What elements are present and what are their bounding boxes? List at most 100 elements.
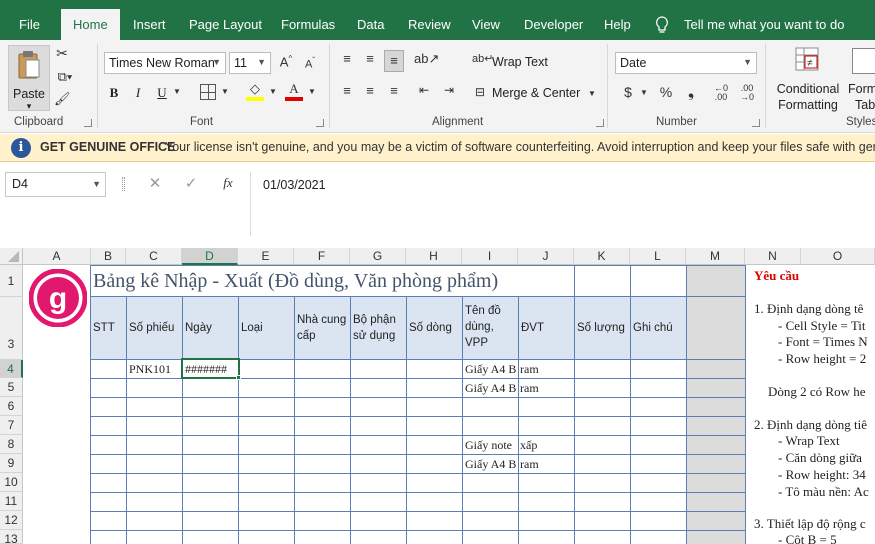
cell-j4[interactable]: ram xyxy=(520,362,539,377)
row-header-13[interactable]: 13 xyxy=(0,530,23,544)
align-right-icon[interactable]: ≡ xyxy=(386,84,402,97)
decrease-decimal-icon[interactable]: .00 →0 xyxy=(736,84,758,102)
grid-line xyxy=(90,530,745,531)
select-all-button[interactable] xyxy=(0,248,23,265)
chevron-down-icon[interactable]: ▼ xyxy=(639,89,649,97)
bold-button[interactable]: B xyxy=(107,85,121,101)
cell-c4[interactable]: PNK101 xyxy=(129,362,171,377)
font-name-select[interactable]: Times New Roman ▼ xyxy=(104,52,226,74)
underline-button[interactable]: U xyxy=(155,85,169,101)
cell-j9[interactable]: ram xyxy=(520,457,539,472)
resize-handle[interactable] xyxy=(122,177,125,191)
tab-formulas[interactable]: Formulas xyxy=(275,9,341,40)
row-header-3[interactable]: 3 xyxy=(0,297,23,360)
comma-icon[interactable]: ❟ xyxy=(683,85,699,101)
clipboard-launcher-icon[interactable] xyxy=(84,119,92,127)
fill-handle[interactable] xyxy=(236,375,241,380)
column-header-b[interactable]: B xyxy=(91,248,126,265)
row-header-12[interactable]: 12 xyxy=(0,511,23,530)
increase-decimal-icon[interactable]: ←0.00 xyxy=(710,84,732,102)
name-box[interactable]: D4 ▼ xyxy=(5,172,106,197)
column-header-i[interactable]: I xyxy=(462,248,518,265)
cell-i9[interactable]: Giấy A4 B xyxy=(465,457,518,472)
align-center-icon[interactable]: ≡ xyxy=(362,84,378,97)
tab-review[interactable]: Review xyxy=(402,9,457,40)
font-color-icon[interactable]: A xyxy=(285,82,303,102)
row-header-11[interactable]: 11 xyxy=(0,492,23,511)
fill-color-icon[interactable]: ◇ xyxy=(246,82,264,102)
chevron-down-icon[interactable]: ▼ xyxy=(172,88,182,96)
decrease-indent-icon[interactable]: ⇤ xyxy=(415,84,433,96)
borders-icon[interactable] xyxy=(200,84,216,100)
column-header-d[interactable]: D xyxy=(182,248,238,265)
chevron-down-icon[interactable]: ▼ xyxy=(268,88,278,96)
tab-insert[interactable]: Insert xyxy=(127,9,172,40)
font-launcher-icon[interactable] xyxy=(316,119,324,127)
cell-i4[interactable]: Giấy A4 B xyxy=(465,362,518,377)
tab-developer[interactable]: Developer xyxy=(518,9,589,40)
format-as-table-button[interactable]: Forma xyxy=(848,82,875,96)
chevron-down-icon[interactable]: ▼ xyxy=(220,88,230,96)
column-header-k[interactable]: K xyxy=(574,248,630,265)
column-header-j[interactable]: J xyxy=(518,248,574,265)
align-top-icon[interactable]: ≡ xyxy=(339,52,355,65)
chevron-down-icon[interactable]: ▼ xyxy=(307,88,317,96)
row-header-9[interactable]: 9 xyxy=(0,454,23,473)
row-header-10[interactable]: 10 xyxy=(0,473,23,492)
insert-function-icon[interactable]: fx xyxy=(220,176,236,189)
row-header-4[interactable]: 4 xyxy=(0,360,23,378)
orientation-icon[interactable]: ab↗ xyxy=(414,52,439,65)
cell-j5[interactable]: ram xyxy=(520,381,539,396)
italic-button[interactable]: I xyxy=(131,85,145,101)
align-middle-icon[interactable]: ≡ xyxy=(362,52,378,65)
chevron-down-icon[interactable]: ▼ xyxy=(587,90,597,98)
row-header-8[interactable]: 8 xyxy=(0,435,23,454)
number-launcher-icon[interactable] xyxy=(752,119,760,127)
worksheet-grid[interactable]: A B C D E F G H I J K L M N O 1 3 4 5 6 … xyxy=(0,248,875,544)
decrease-font-icon[interactable]: Aˇ xyxy=(302,57,318,71)
align-left-icon[interactable]: ≡ xyxy=(339,84,355,97)
column-header-e[interactable]: E xyxy=(238,248,294,265)
enter-icon[interactable]: ✓ xyxy=(183,176,199,191)
increase-indent-icon[interactable]: ⇥ xyxy=(440,84,458,96)
tab-home[interactable]: Home xyxy=(61,9,120,40)
column-header-h[interactable]: H xyxy=(406,248,462,265)
wrap-text-button[interactable]: Wrap Text xyxy=(492,55,548,69)
align-bottom-icon[interactable]: ≡ xyxy=(384,50,404,72)
percent-icon[interactable]: % xyxy=(658,85,674,99)
row-header-7[interactable]: 7 xyxy=(0,416,23,435)
number-format-select[interactable]: Date ▼ xyxy=(615,52,757,74)
column-header-l[interactable]: L xyxy=(630,248,686,265)
cell-j8[interactable]: xấp xyxy=(520,438,537,453)
paste-button[interactable]: Paste ▾ xyxy=(8,45,50,111)
cancel-icon[interactable]: ✕ xyxy=(147,176,163,191)
currency-icon[interactable]: $ xyxy=(620,85,636,99)
tab-view[interactable]: View xyxy=(466,9,506,40)
format-painter-icon[interactable]: 🖌 xyxy=(54,92,71,108)
row-header-1[interactable]: 1 xyxy=(0,265,23,297)
cut-icon[interactable]: ✂ xyxy=(54,46,70,62)
row-header-5[interactable]: 5 xyxy=(0,378,23,397)
column-header-f[interactable]: F xyxy=(294,248,350,265)
row-header-6[interactable]: 6 xyxy=(0,397,23,416)
column-header-n[interactable]: N xyxy=(745,248,801,265)
formula-input[interactable]: 01/03/2021 xyxy=(250,172,875,236)
tab-page-layout[interactable]: Page Layout xyxy=(183,9,268,40)
tab-help[interactable]: Help xyxy=(598,9,637,40)
tell-me-search[interactable]: Tell me what you want to do xyxy=(678,9,850,40)
alignment-launcher-icon[interactable] xyxy=(596,119,604,127)
cell-i8[interactable]: Giấy note xyxy=(465,438,518,453)
column-header-c[interactable]: C xyxy=(126,248,182,265)
column-header-m[interactable]: M xyxy=(686,248,745,265)
increase-font-icon[interactable]: A^ xyxy=(278,55,294,69)
copy-icon[interactable]: ⧉▾ xyxy=(54,70,76,86)
tab-file[interactable]: File xyxy=(13,9,46,40)
column-header-o[interactable]: O xyxy=(801,248,875,265)
conditional-formatting-button[interactable]: Conditional xyxy=(773,82,843,96)
column-header-g[interactable]: G xyxy=(350,248,406,265)
cell-i5[interactable]: Giấy A4 B xyxy=(465,381,518,396)
column-header-a[interactable]: A xyxy=(23,248,91,265)
font-size-select[interactable]: 11 ▼ xyxy=(229,52,271,74)
merge-center-button[interactable]: Merge & Center xyxy=(492,86,580,100)
tab-data[interactable]: Data xyxy=(351,9,390,40)
